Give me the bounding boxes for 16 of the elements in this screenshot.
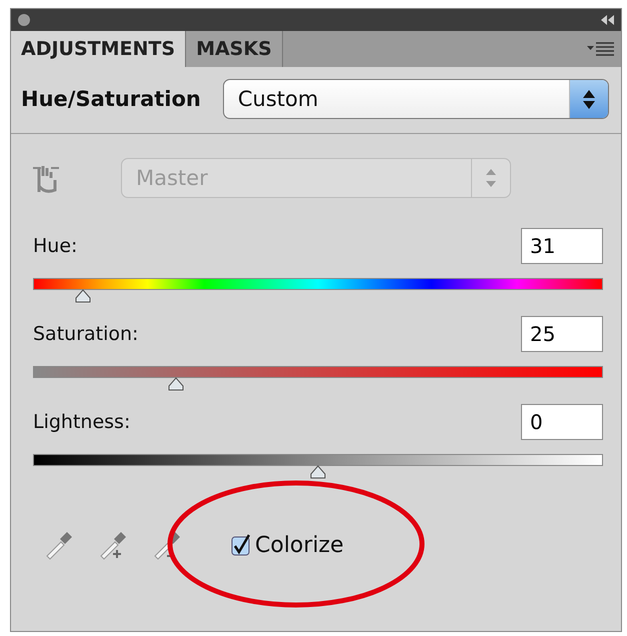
close-icon[interactable] [17,13,31,27]
slider-label: Lightness: [33,411,130,433]
value-field[interactable]: 31 [521,228,603,264]
panel-tab[interactable]: MASKS [186,31,283,67]
checkbox-label[interactable]: Colorize [255,532,344,558]
value-field[interactable]: 25 [521,316,603,352]
preset-dropdown[interactable]: Custom [222,79,609,119]
value-field[interactable]: 0 [521,404,603,440]
collapse-icon[interactable] [599,15,615,25]
panel-tab[interactable]: ADJUSTMENTS [11,31,186,67]
menu-icon[interactable] [587,42,615,56]
slider-label: Hue: [33,235,78,257]
slider-label: Saturation: [33,323,138,345]
stepper-arrows-icon[interactable] [569,80,608,118]
adjustment-title: Hue/Saturation [21,87,201,111]
checkbox[interactable] [231,534,251,556]
